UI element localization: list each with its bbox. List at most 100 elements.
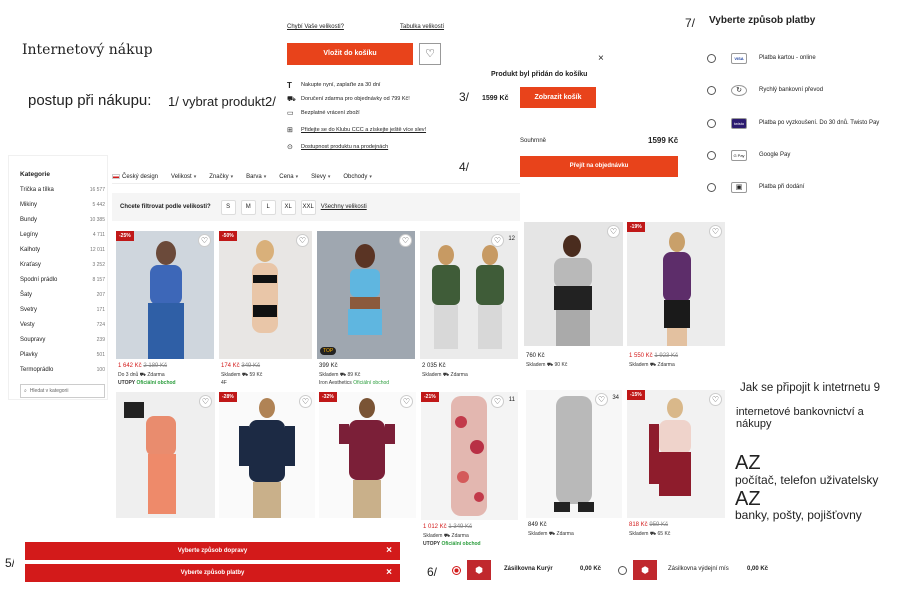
product-image[interactable] <box>627 222 725 346</box>
product-image[interactable] <box>317 231 415 359</box>
product-card[interactable]: -32% ♡ <box>319 392 416 522</box>
size-table-link[interactable]: Tabulka velikostí <box>400 24 444 30</box>
close-icon[interactable]: × <box>386 564 392 582</box>
model-photo <box>554 396 594 512</box>
heart-icon[interactable]: ♡ <box>491 234 504 247</box>
category-item[interactable]: Šaty 207 <box>20 287 105 302</box>
close-icon[interactable]: × <box>598 53 604 64</box>
czech-design-filter[interactable]: Český design <box>112 174 158 180</box>
product-card[interactable]: -15% ♡ 818 Kč 959 Kč Skladem ⛟ 65 Kč <box>627 390 725 550</box>
category-item[interactable]: Plavky 501 <box>20 347 105 362</box>
category-item[interactable]: Mikiny 5 442 <box>20 197 105 212</box>
product-image[interactable] <box>421 392 518 520</box>
product-card[interactable]: TOP ♡ 399 Kč Skladem ⛟ 89 Kč Iron Aesthe… <box>317 231 415 391</box>
category-item[interactable]: Kraťasy 3 252 <box>20 257 105 272</box>
radio-button[interactable] <box>707 118 716 128</box>
size-l-button[interactable]: L <box>260 199 276 215</box>
product-image[interactable] <box>526 390 622 518</box>
wishlist-heart-icon[interactable]: ♡ <box>419 43 441 65</box>
heart-icon[interactable]: ♡ <box>607 225 620 238</box>
product-image[interactable] <box>116 392 215 518</box>
category-item[interactable]: Termoprádlo 100 <box>20 362 105 377</box>
product-image[interactable] <box>627 390 725 518</box>
heart-icon[interactable]: ♡ <box>709 225 722 238</box>
category-item[interactable]: Spodní prádlo 8 157 <box>20 272 105 287</box>
product-card[interactable]: ♡ 760 Kč Skladem ⛟ 90 Kč <box>524 222 623 382</box>
size-m-button[interactable]: M <box>240 199 256 215</box>
show-cart-button[interactable]: Zobrazit košík <box>520 87 596 108</box>
product-card[interactable]: ♡ 12 2 035 Kč Skladem ⛟ Zdarma <box>420 231 518 391</box>
product-image[interactable] <box>219 231 312 359</box>
payment-option[interactable]: G Pay Google Pay <box>707 148 790 162</box>
heart-icon[interactable]: ♡ <box>198 234 211 247</box>
choose-payment-bar[interactable]: Vyberte způsob platby × <box>25 564 400 582</box>
payment-option[interactable]: twisto Platba po vyzkoušení. Do 30 dnů. T… <box>707 116 879 130</box>
payment-option[interactable]: ↻ Rychlý bankovní převod <box>707 83 823 97</box>
model-photo <box>252 240 278 333</box>
size-s-button[interactable]: S <box>220 199 236 215</box>
product-image[interactable] <box>116 231 214 359</box>
product-card[interactable]: -28% ♡ <box>219 392 315 522</box>
filter-velikost[interactable]: Velikost ▾ <box>171 174 196 180</box>
heart-icon[interactable]: ♡ <box>709 393 722 406</box>
size-xl-button[interactable]: XL <box>280 199 296 215</box>
info-item[interactable]: ⊙ Dostupnost produktu na prodejnách <box>287 140 447 154</box>
radio-button[interactable] <box>618 566 627 575</box>
category-item[interactable]: Bundy 10 385 <box>20 212 105 227</box>
product-card[interactable]: -19% ♡ 1 550 Kč 1 923 Kč Skladem ⛟ Zdarm… <box>627 222 725 382</box>
category-item[interactable]: Kalhoty 12 011 <box>20 242 105 257</box>
product-image[interactable] <box>319 392 416 518</box>
filter-znacky[interactable]: Značky ▾ <box>209 174 233 180</box>
category-item[interactable]: Vesty 724 <box>20 317 105 332</box>
go-to-order-button[interactable]: Přejít na objednávku <box>520 156 678 177</box>
category-item[interactable]: Svetry 171 <box>20 302 105 317</box>
info-item[interactable]: ⊞ Přidejte se do Klubu CCC a získejte ješ… <box>287 120 447 140</box>
radio-button[interactable] <box>707 150 716 160</box>
heart-icon[interactable]: ♡ <box>199 395 212 408</box>
filter-slevy[interactable]: Slevy ▾ <box>311 174 330 180</box>
category-item[interactable]: Legíny 4 711 <box>20 227 105 242</box>
product-card[interactable]: ♡ <box>116 392 215 522</box>
product-image[interactable] <box>524 222 623 346</box>
category-item[interactable]: Trička a tílka 16 577 <box>20 182 105 197</box>
heart-icon[interactable]: ♡ <box>491 395 504 408</box>
connect-text: Jak se připojit k intetrnetu 9 <box>740 382 880 394</box>
filter-barva[interactable]: Barva ▾ <box>246 174 266 180</box>
gift-icon: ⊞ <box>287 127 293 134</box>
heart-icon[interactable]: ♡ <box>595 393 608 406</box>
radio-button[interactable] <box>707 85 716 95</box>
product-card[interactable]: ♡ 34 849 Kč Skladem ⛟ Zdarma <box>526 390 622 550</box>
model-photo <box>148 241 184 359</box>
cart-price: 1599 Kč <box>482 95 509 102</box>
filter-cena[interactable]: Cena ▾ <box>279 174 298 180</box>
discount-badge: -19% <box>627 222 645 232</box>
size-xxl-button[interactable]: XXL <box>300 199 316 215</box>
close-icon[interactable]: × <box>386 542 392 560</box>
heart-icon[interactable]: ♡ <box>400 395 413 408</box>
product-image[interactable] <box>420 231 518 359</box>
all-sizes-link[interactable]: Všechny velikosti <box>321 204 367 210</box>
category-label: Legíny <box>20 231 39 238</box>
choose-delivery-bar[interactable]: Vyberte způsob dopravy × <box>25 542 400 560</box>
radio-selected[interactable] <box>452 566 461 575</box>
product-card[interactable]: -50% ♡ 174 Kč 349 Kč Skladem ⛟ 59 Kč 4F <box>219 231 312 391</box>
summary-label: Souhrnně <box>520 138 547 144</box>
product-card[interactable]: -21% ♡ 11 1 012 Kč 1 349 Kč Skladem ⛟ Zd… <box>421 392 518 552</box>
filter-obchody[interactable]: Obchody ▾ <box>343 174 372 180</box>
product-card[interactable]: -25% ♡ 1 642 Kč 2 189 Kč Do 3 dnů ⛟ Zdar… <box>116 231 214 391</box>
payment-option[interactable]: ▣ Platba při dodání <box>707 180 804 194</box>
heart-icon[interactable]: ♡ <box>399 234 412 247</box>
radio-button[interactable] <box>707 182 716 192</box>
category-item[interactable]: Soupravy 239 <box>20 332 105 347</box>
payment-option[interactable]: VISA Platba kartou - online <box>707 51 816 65</box>
product-image[interactable] <box>219 392 315 518</box>
old-price: 959 Kč <box>649 522 669 528</box>
missing-size-link[interactable]: Chybí Vaše velikosti? <box>287 24 344 30</box>
heart-icon[interactable]: ♡ <box>296 234 309 247</box>
category-search-input[interactable]: ⌕ Hledat v kategorii <box>20 384 105 398</box>
chevron-down-icon: ▾ <box>369 173 372 180</box>
radio-button[interactable] <box>707 53 716 63</box>
heart-icon[interactable]: ♡ <box>299 395 312 408</box>
category-label: Bundy <box>20 216 38 223</box>
add-to-cart-button[interactable]: Vložit do košíku <box>287 43 413 65</box>
